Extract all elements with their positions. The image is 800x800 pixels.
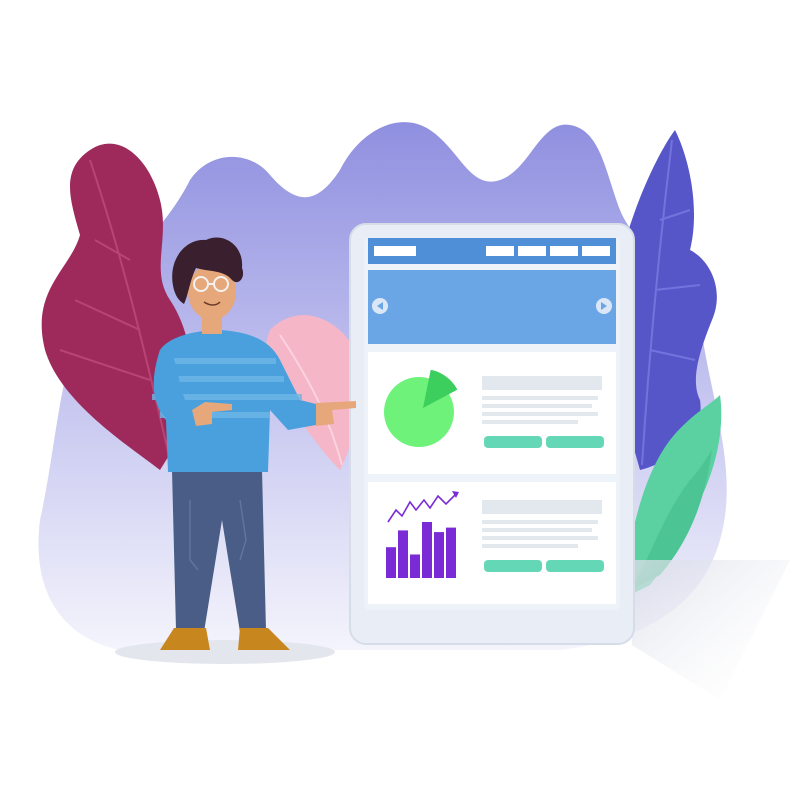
bar-6 [446,527,456,578]
nav-logo[interactable] [374,246,416,256]
card-pie-text-line-4 [482,420,578,424]
card-bars-button-2[interactable] [546,560,604,572]
card-bars-text-line-3 [482,536,598,540]
card-pie-text-line-2 [482,404,592,408]
card-pie-button-2[interactable] [546,436,604,448]
hero-carousel [368,270,616,344]
card-bars-text-line-1 [482,520,598,524]
person-shadow [115,640,335,664]
card-bars [368,482,616,604]
bar-5 [434,532,444,578]
card-pie-button-1[interactable] [484,436,542,448]
bar-3 [410,554,420,578]
illustration [38,122,790,700]
nav-item-3[interactable] [550,246,578,256]
bar-4 [422,522,432,578]
card-pie [368,352,616,474]
bar-1 [386,547,396,578]
nav-item-1[interactable] [486,246,514,256]
card-bars-button-1[interactable] [484,560,542,572]
tablet-shadow [632,560,790,700]
bar-2 [398,530,408,578]
nav-item-2[interactable] [518,246,546,256]
card-bars-text-line-4 [482,544,578,548]
tablet-nav-bar [368,238,616,264]
card-bars-title-placeholder [482,500,602,514]
card-pie-text-line-3 [482,412,598,416]
carousel-prev-button[interactable] [372,298,388,314]
card-pie-text-line-1 [482,396,598,400]
card-pie-title-placeholder [482,376,602,390]
carousel-next-button[interactable] [596,298,612,314]
nav-item-4[interactable] [582,246,610,256]
card-bars-text-line-2 [482,528,592,532]
